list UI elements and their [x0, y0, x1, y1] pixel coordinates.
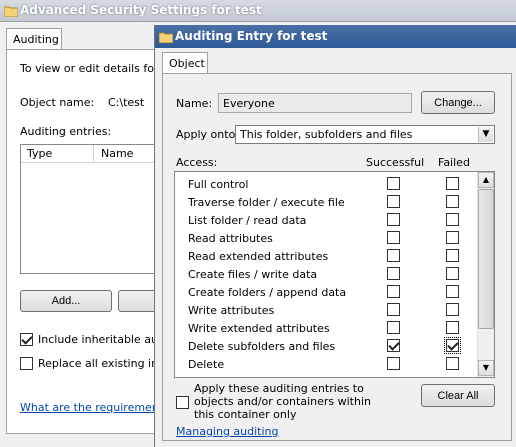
failed-checkbox[interactable] [446, 267, 459, 280]
permission-row: Full control [175, 175, 478, 193]
successful-checkbox[interactable] [387, 267, 400, 280]
add-button[interactable]: Add... [20, 290, 112, 312]
permission-label: Write attributes [188, 304, 275, 317]
auditing-entries-list[interactable]: Type Name [20, 144, 160, 274]
replace-all-checkbox[interactable] [20, 357, 33, 370]
failed-checkbox[interactable] [446, 231, 459, 244]
permission-label: Full control [188, 178, 249, 191]
successful-checkbox[interactable] [387, 321, 400, 334]
permission-label: Read attributes [188, 232, 273, 245]
permission-row: Create folders / append data [175, 283, 478, 301]
object-name-label: Object name: [20, 96, 95, 109]
object-name-value: C:\test [108, 96, 145, 109]
permission-row: List folder / read data [175, 211, 478, 229]
list-header: Type Name [21, 145, 159, 163]
dialog-titlebar: Auditing Entry for test [155, 25, 516, 48]
permissions-list[interactable]: Full control Traverse folder / execute fi… [174, 171, 495, 378]
permission-row: Read attributes [175, 229, 478, 247]
permission-row: Traverse folder / execute file [175, 193, 478, 211]
permission-row: Write attributes [175, 301, 478, 319]
include-inheritable-label: Include inheritable audit [38, 333, 173, 346]
successful-checkbox[interactable] [387, 249, 400, 262]
managing-auditing-link[interactable]: Managing auditing [176, 425, 279, 438]
apply-onto-label: Apply onto: [176, 128, 240, 141]
back-window-title: Advanced Security Settings for test [20, 3, 262, 17]
successful-header: Successful [366, 156, 425, 169]
successful-checkbox[interactable] [387, 357, 400, 370]
failed-checkbox[interactable] [446, 249, 459, 262]
folder-icon [159, 31, 173, 43]
apply-onto-select[interactable]: This folder, subfolders and files ▼ [235, 125, 495, 144]
permission-label: Create folders / append data [188, 286, 347, 299]
permission-label: Delete subfolders and files [188, 340, 336, 353]
permission-row: Read extended attributes [175, 247, 478, 265]
successful-checkbox[interactable] [387, 285, 400, 298]
permission-row: Delete [175, 355, 478, 373]
permission-label: Delete [188, 358, 225, 371]
successful-checkbox[interactable] [387, 339, 400, 352]
apply-within-label: Apply these auditing entries to objects … [194, 382, 371, 421]
scroll-up-icon[interactable]: ▲ [478, 172, 494, 188]
failed-checkbox[interactable] [446, 177, 459, 190]
tab-auditing[interactable]: Auditing [6, 28, 62, 50]
permission-label: Create files / write data [188, 268, 318, 281]
edit-button[interactable] [118, 290, 158, 312]
auditing-entries-label: Auditing entries: [20, 125, 112, 138]
name-field: Everyone [218, 93, 412, 113]
include-inheritable-checkbox[interactable] [20, 333, 33, 346]
failed-checkbox[interactable] [444, 337, 461, 354]
folder-icon [4, 5, 18, 17]
failed-checkbox[interactable] [446, 195, 459, 208]
column-divider[interactable] [93, 145, 94, 163]
permission-row: Delete subfolders and files [175, 337, 478, 355]
permissions-scrollbar[interactable]: ▲ ▼ [477, 172, 494, 377]
replace-all-label: Replace all existing inhe [38, 357, 172, 370]
requirements-link[interactable]: What are the requirements [20, 401, 169, 414]
permission-label: Write extended attributes [188, 322, 330, 335]
apply-onto-value: This folder, subfolders and files [240, 128, 413, 141]
dialog-title: Auditing Entry for test [175, 29, 328, 43]
failed-checkbox[interactable] [446, 213, 459, 226]
tab-object[interactable]: Object [162, 52, 208, 74]
failed-header: Failed [438, 156, 470, 169]
column-name[interactable]: Name [101, 147, 133, 160]
apply-within-checkbox[interactable] [176, 396, 189, 409]
successful-checkbox[interactable] [387, 195, 400, 208]
failed-checkbox[interactable] [446, 303, 459, 316]
name-label: Name: [176, 97, 213, 110]
permission-row: Write extended attributes [175, 319, 478, 337]
access-label: Access: [176, 156, 218, 169]
permission-label: List folder / read data [188, 214, 307, 227]
permission-row: Create files / write data [175, 265, 478, 283]
intro-text: To view or edit details for a [20, 62, 169, 75]
successful-checkbox[interactable] [387, 177, 400, 190]
failed-checkbox[interactable] [446, 321, 459, 334]
permission-label: Traverse folder / execute file [188, 196, 345, 209]
change-button[interactable]: Change... [421, 91, 495, 114]
failed-checkbox[interactable] [446, 357, 459, 370]
scroll-down-icon[interactable]: ▼ [478, 360, 494, 376]
clear-all-button[interactable]: Clear All [421, 384, 495, 407]
auditing-entry-dialog: Auditing Entry for test Object Name: Eve… [154, 25, 516, 447]
column-type[interactable]: Type [27, 147, 52, 160]
successful-checkbox[interactable] [387, 303, 400, 316]
failed-checkbox[interactable] [446, 285, 459, 298]
back-window-titlebar: Advanced Security Settings for test [0, 0, 516, 22]
successful-checkbox[interactable] [387, 231, 400, 244]
successful-checkbox[interactable] [387, 213, 400, 226]
permission-label: Read extended attributes [188, 250, 329, 263]
chevron-down-icon[interactable]: ▼ [478, 127, 493, 142]
scroll-thumb[interactable] [478, 189, 494, 329]
